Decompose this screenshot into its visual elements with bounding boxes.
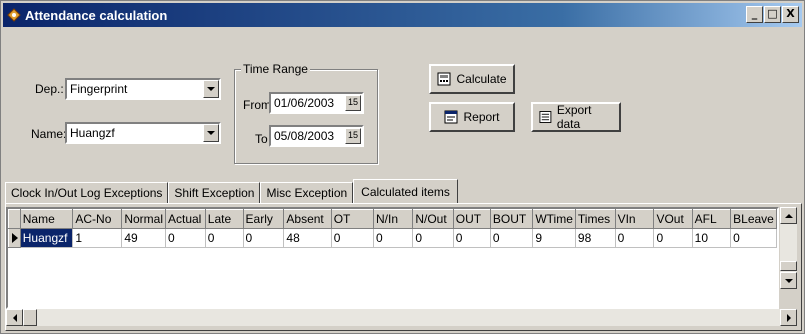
col-header[interactable]: N/Out	[412, 209, 454, 229]
name-label: Name:	[31, 127, 67, 141]
table-cell[interactable]: 0	[730, 228, 777, 248]
from-date-value: 01/06/2003	[274, 96, 335, 110]
calendar-icon[interactable]: 15	[345, 95, 361, 111]
export-icon	[539, 111, 552, 123]
col-header[interactable]: VOut	[653, 209, 693, 229]
title-bar[interactable]: Attendance calculation _ □ X	[3, 3, 802, 27]
table-cell[interactable]: 0	[453, 228, 491, 248]
chevron-down-icon	[207, 87, 215, 91]
export-label: Export data	[556, 103, 592, 131]
col-header[interactable]: Normal	[121, 209, 166, 229]
chevron-down-icon	[207, 131, 215, 135]
scroll-down-button[interactable]	[780, 272, 797, 289]
tab-shift-exception[interactable]: Shift Exception	[168, 182, 261, 203]
tab-misc-exception[interactable]: Misc Exception	[260, 182, 354, 203]
scroll-left-button[interactable]	[6, 309, 23, 326]
table-cell[interactable]: 0	[205, 228, 244, 248]
col-header[interactable]: OT	[330, 209, 374, 229]
table-cell[interactable]: 1	[72, 228, 123, 248]
maximize-button[interactable]: □	[764, 6, 781, 23]
col-header[interactable]: Name	[19, 209, 74, 229]
results-table: Name AC-No Normal Actual Late Early Abse…	[8, 209, 777, 248]
col-header[interactable]: BOUT	[489, 209, 534, 229]
name-dropdown-button[interactable]	[203, 124, 219, 142]
scroll-right-button[interactable]	[780, 309, 797, 326]
col-header[interactable]: BLeave	[730, 209, 777, 229]
table-cell[interactable]: Huangzf	[20, 228, 74, 248]
arrow-up-icon	[784, 213, 793, 218]
time-range-title: Time Range	[241, 62, 310, 76]
table-cell[interactable]: 48	[283, 228, 332, 248]
dept-dropdown-button[interactable]	[203, 80, 219, 98]
horizontal-scroll-thumb[interactable]	[23, 309, 37, 326]
tab-strip: Clock In/Out Log Exceptions Shift Except…	[5, 179, 458, 203]
from-label: From	[243, 98, 271, 112]
table-cell[interactable]: 0	[165, 228, 206, 248]
table-cell[interactable]: 49	[121, 228, 166, 248]
to-date-value: 05/08/2003	[274, 129, 335, 143]
col-header[interactable]: AFL	[691, 209, 732, 229]
export-data-button[interactable]: Export data	[531, 102, 621, 132]
col-header[interactable]: WTime	[532, 209, 576, 229]
col-header[interactable]: Times	[574, 209, 616, 229]
vertical-scroll-thumb[interactable]	[780, 261, 797, 271]
table-cell[interactable]: 9	[532, 228, 576, 248]
col-header[interactable]: N/In	[372, 209, 414, 229]
tab-calculated-items[interactable]: Calculated items	[353, 179, 458, 203]
calculate-label: Calculate	[456, 72, 507, 86]
arrow-right-icon	[786, 313, 791, 322]
table-cell[interactable]: 0	[653, 228, 693, 248]
report-label: Report	[463, 110, 500, 124]
col-header[interactable]: AC-No	[72, 209, 123, 229]
horizontal-scrollbar[interactable]	[6, 309, 797, 326]
col-header[interactable]: OUT	[452, 209, 491, 229]
window-title: Attendance calculation	[25, 7, 168, 23]
table-cell[interactable]: 98	[575, 228, 616, 248]
table-cell[interactable]: 0	[373, 228, 414, 248]
to-date-picker[interactable]: 05/08/2003 15	[269, 125, 364, 147]
results-grid[interactable]: Name AC-No Normal Actual Late Early Abse…	[6, 207, 779, 309]
name-select[interactable]: Huangzf	[65, 122, 221, 144]
scroll-up-button[interactable]	[780, 207, 797, 224]
arrow-left-icon	[12, 313, 17, 322]
table-cell[interactable]: 0	[243, 228, 285, 248]
attendance-window: Attendance calculation _ □ X Dep.: Finge…	[0, 0, 805, 334]
col-header[interactable]: Actual	[164, 209, 206, 229]
from-date-picker[interactable]: 01/06/2003 15	[269, 92, 364, 114]
table-cell[interactable]: 0	[331, 228, 374, 248]
row-pointer-icon	[12, 233, 18, 243]
minimize-button[interactable]: _	[746, 6, 763, 23]
table-cell[interactable]: 0	[490, 228, 534, 248]
app-icon	[7, 8, 21, 22]
col-header[interactable]: Absent	[283, 209, 332, 229]
col-header[interactable]: VIn	[614, 209, 655, 229]
tab-clock-log-exceptions[interactable]: Clock In/Out Log Exceptions	[5, 182, 169, 203]
dept-value: Fingerprint	[70, 82, 128, 96]
vertical-scrollbar[interactable]	[780, 207, 797, 289]
to-label: To	[255, 132, 268, 146]
col-header[interactable]: Late	[204, 209, 244, 229]
dept-label: Dep.:	[35, 82, 64, 96]
time-range-group: Time Range	[234, 62, 378, 164]
calculate-button[interactable]: Calculate	[429, 64, 515, 94]
close-button[interactable]: X	[782, 6, 799, 23]
current-row-indicator	[8, 228, 21, 248]
report-button[interactable]: Report	[429, 102, 515, 132]
table-cell[interactable]: 0	[615, 228, 655, 248]
report-icon	[444, 110, 458, 124]
table-cell[interactable]: 0	[412, 228, 454, 248]
name-value: Huangzf	[70, 126, 115, 140]
col-header[interactable]: Early	[242, 209, 285, 229]
row-indicator-header	[8, 209, 21, 229]
header-row: Name AC-No Normal Actual Late Early Abse…	[8, 209, 777, 229]
table-cell[interactable]: 10	[692, 228, 732, 248]
dept-select[interactable]: Fingerprint	[65, 78, 221, 100]
arrow-down-icon	[784, 278, 793, 283]
calculator-icon	[437, 72, 451, 86]
calendar-icon[interactable]: 15	[345, 128, 361, 144]
table-row[interactable]: Huangzf 1 49 0 0 0 48 0 0 0 0 0 9 98 0 0	[8, 228, 777, 248]
